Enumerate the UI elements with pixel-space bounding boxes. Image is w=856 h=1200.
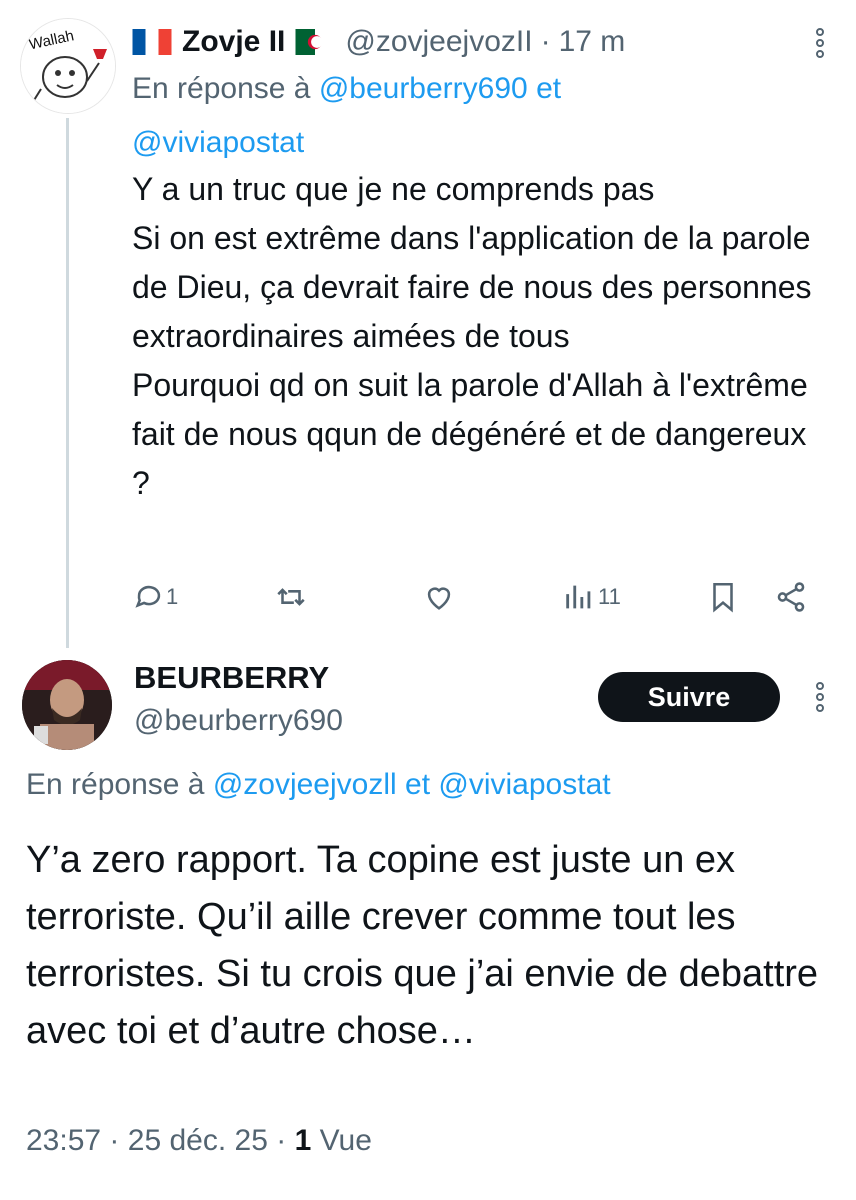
retweet-button[interactable] [274,575,308,619]
more-options-button[interactable] [808,26,832,65]
more-dots-icon [816,682,824,712]
reply-mention-2[interactable]: @viviapostat [438,768,610,801]
author-handle[interactable]: @zovjeejvozII [345,25,532,59]
france-flag-icon [132,29,172,55]
view-count: 11 [598,584,621,609]
share-button[interactable] [774,575,808,619]
reply-icon [135,585,161,608]
author-name[interactable]: BEURBERRY [134,660,329,696]
tweet-date[interactable]: 25 déc. 25 [128,1124,268,1157]
avatar[interactable]: Wallah [20,18,116,114]
reply-prefix: En réponse à [132,72,311,105]
tweet-time[interactable]: 17 m [559,25,626,59]
share-icon [777,582,805,612]
tweet-text: Y’a zero rapport. Ta copine est juste un… [26,839,819,1052]
reply-mention-2[interactable]: @viviapostat [132,126,304,159]
like-icon [427,587,451,610]
reply-and: et [536,72,562,105]
tweet-header: Zovje II @zovjeejvozII · 17 m [132,22,625,62]
reply-button[interactable]: 1 [132,575,178,619]
header-separator: · [540,25,551,58]
reply-mention-1[interactable]: @beurberry690 [319,72,528,105]
author-handle[interactable]: @beurberry690 [134,704,343,738]
tweet-metadata: 23:57 · 25 déc. 25 · 1 Vue [26,1124,372,1158]
meme-avatar-icon: Wallah [21,19,115,113]
views-icon [566,585,591,609]
algeria-flag-icon [295,29,335,55]
reply-and: et [405,768,431,801]
like-button[interactable] [422,575,456,619]
tweet-actions: 1 11 [132,575,822,619]
thread-connector-line [66,118,69,648]
profile-photo-icon [22,660,112,750]
views-button[interactable]: 11 [562,575,621,619]
tweet-time[interactable]: 23:57 [26,1124,101,1157]
more-dots-icon [816,28,824,58]
bookmark-icon [713,582,733,613]
tweet-text: Y a un truc que je ne comprends pas Si o… [132,171,812,501]
view-count: 1 [294,1124,312,1157]
follow-button[interactable]: Suivre [598,672,780,722]
author-name[interactable]: Zovje II [182,25,285,59]
views-label: Vue [319,1124,372,1157]
bookmark-button[interactable] [706,575,740,619]
more-options-button[interactable] [808,680,832,719]
reply-context: En réponse à @beurberry690 et @viviapost… [132,62,812,170]
reply-context: En réponse à @zovjeejvozll et @viviapost… [26,768,611,802]
reply-mention-1[interactable]: @zovjeejvozll [213,768,397,801]
reply-count: 1 [166,584,179,609]
meta-separator: · [276,1124,287,1157]
retweet-icon [277,588,305,606]
meta-separator: · [109,1124,120,1157]
reply-prefix: En réponse à [26,768,205,801]
avatar[interactable] [22,660,112,750]
